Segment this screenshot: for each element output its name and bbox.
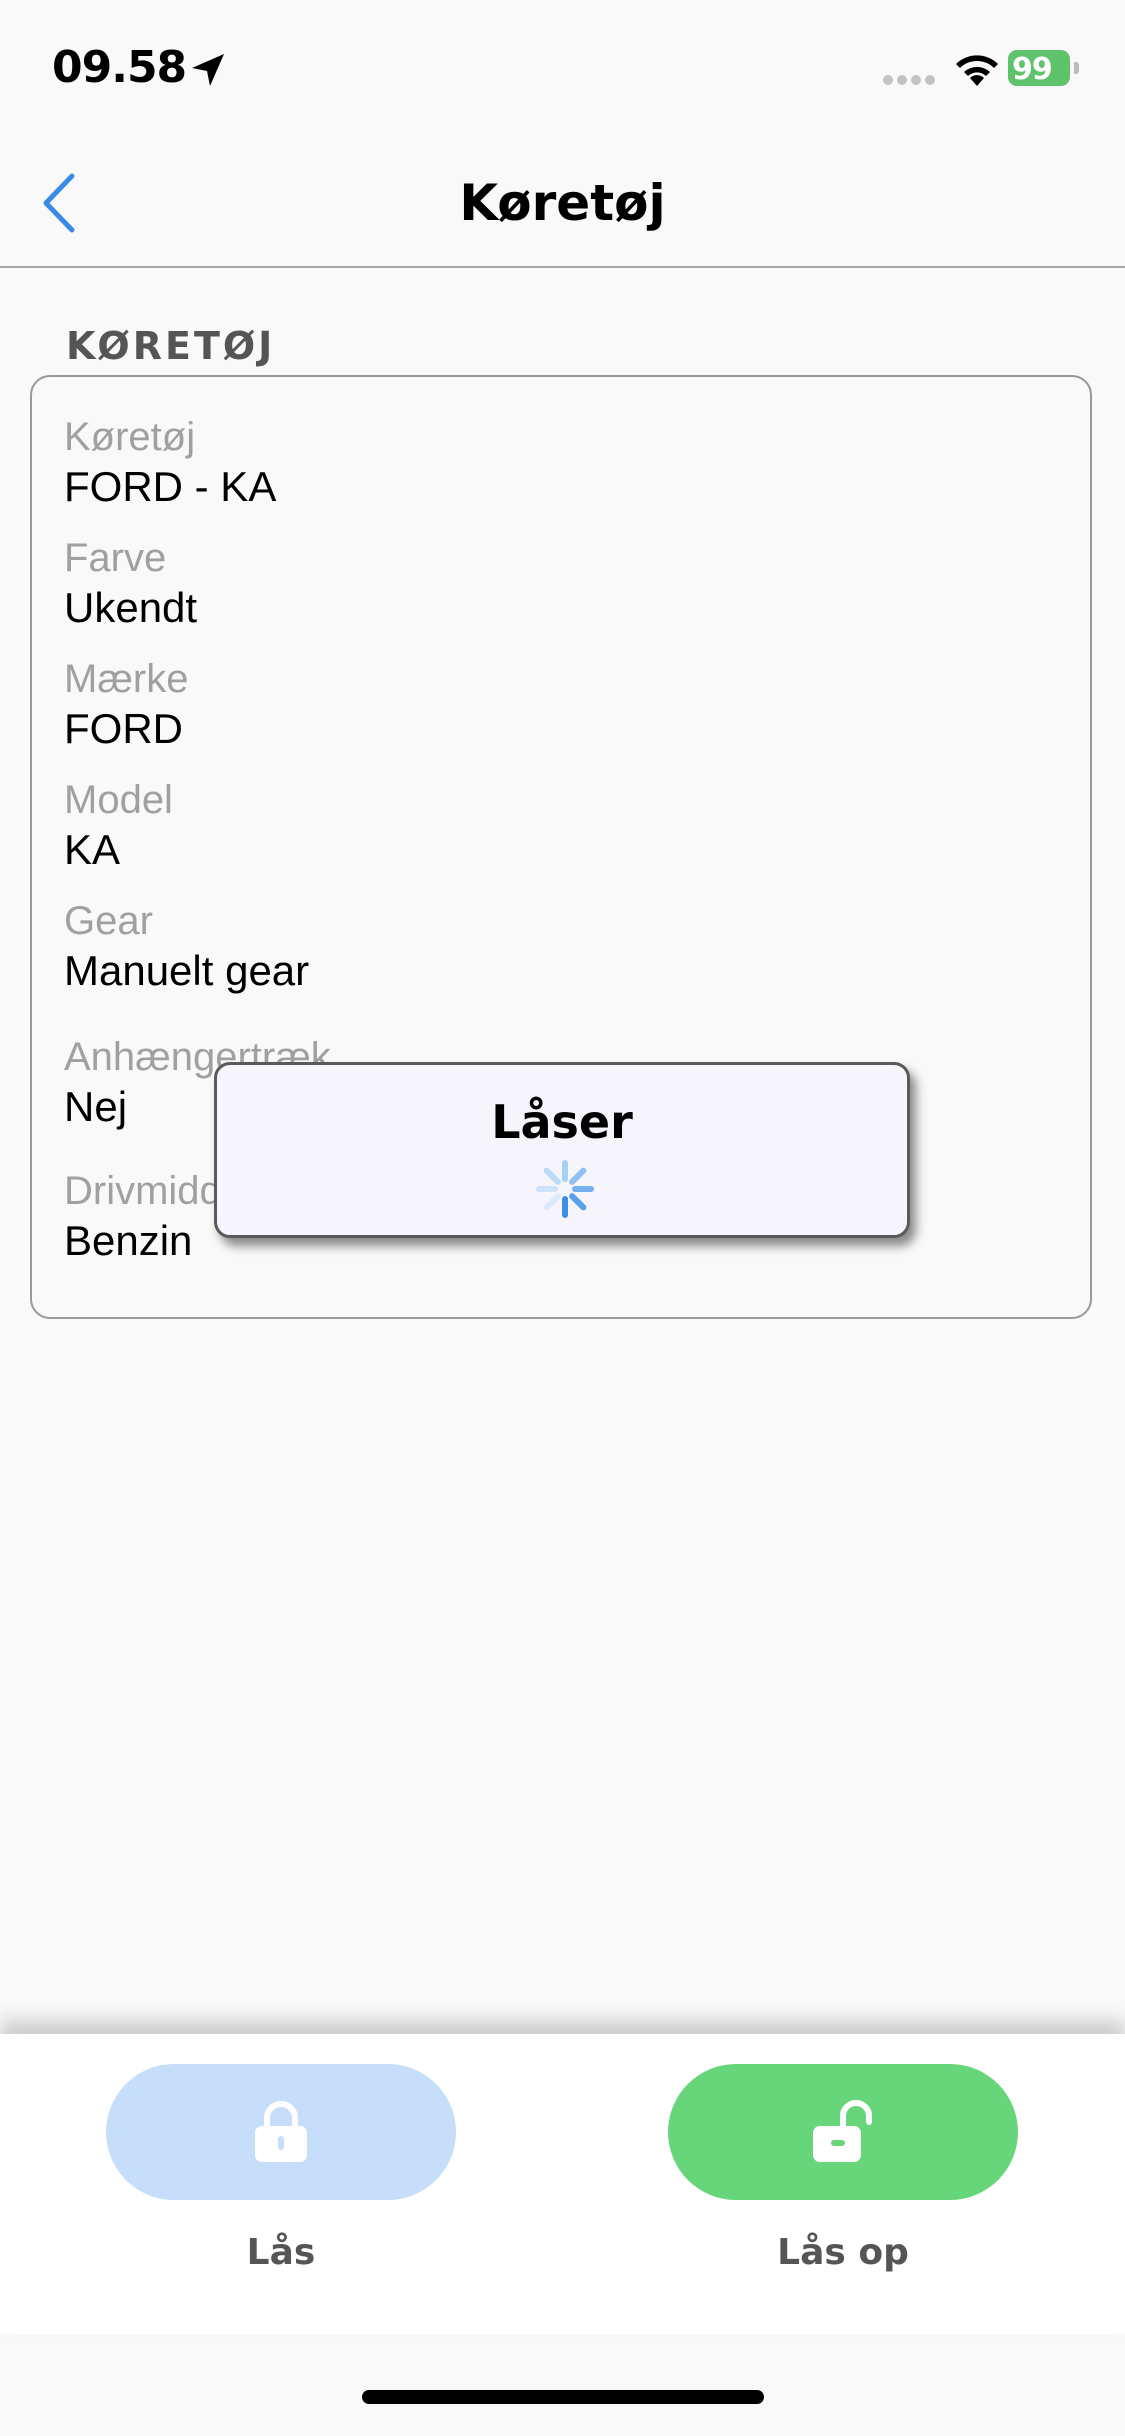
field-brand: Mærke FORD — [64, 657, 188, 757]
lock-label: Lås — [246, 2232, 316, 2273]
status-time: 09.58 — [52, 42, 187, 93]
bottom-action-bar: Lås Lås op — [0, 2034, 1125, 2334]
field-vehicle: Køretøj FORD - KA — [64, 415, 276, 515]
toast-title: Låser — [491, 1095, 633, 1149]
field-value: FORD - KA — [64, 463, 277, 510]
battery-indicator: 99 — [1008, 50, 1079, 88]
field-value: FORD — [64, 705, 183, 752]
locking-progress-toast: Låser — [214, 1062, 910, 1238]
field-gear: Gear Manuelt gear — [64, 899, 309, 999]
unlock-button[interactable]: Lås op — [668, 2064, 1018, 2273]
field-label: Køretøj — [64, 415, 196, 459]
field-label: Farve — [64, 536, 167, 580]
field-model: Model KA — [64, 778, 173, 878]
wifi-icon — [956, 55, 998, 86]
field-label: Model — [64, 778, 173, 822]
cellular-signal-icon — [883, 75, 935, 85]
navigation-bar: Køretøj — [0, 140, 1125, 268]
unlock-icon — [813, 2100, 872, 2162]
section-header: KØRETØJ — [66, 324, 276, 368]
battery-level: 99 — [1012, 52, 1053, 87]
battery-nub — [1074, 62, 1079, 74]
page-title: Køretøj — [459, 174, 666, 232]
unlock-label: Lås op — [777, 2232, 909, 2273]
field-label: Gear — [64, 899, 153, 943]
location-arrow-icon — [192, 54, 224, 86]
field-value: Ukendt — [64, 584, 198, 631]
field-value: Manuelt gear — [64, 947, 310, 994]
lock-button[interactable]: Lås — [106, 2064, 456, 2273]
status-bar: 09.58 99 — [0, 0, 1125, 140]
home-indicator — [362, 2390, 764, 2404]
activity-spinner-icon — [536, 1160, 594, 1218]
field-color: Farve Ukendt — [64, 536, 197, 636]
lock-icon — [255, 2101, 307, 2162]
field-value: KA — [64, 826, 121, 873]
field-label: Mærke — [64, 657, 189, 701]
